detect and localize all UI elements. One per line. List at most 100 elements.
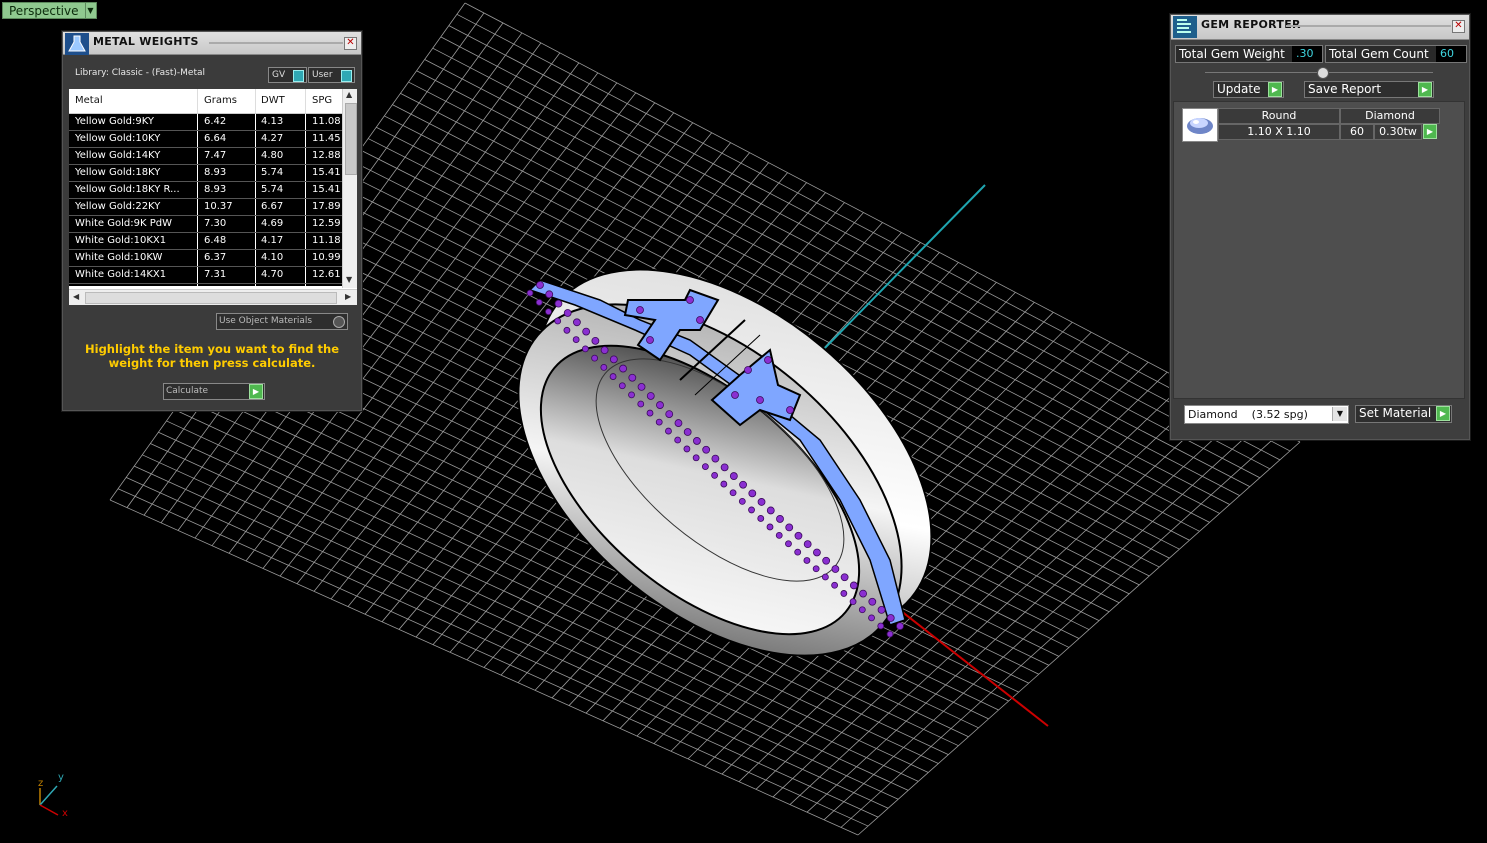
total-gem-count-label: Total Gem Count — [1329, 47, 1429, 61]
spg-value: 12.61 — [312, 269, 341, 280]
table-row[interactable]: Yellow Gold:18KY R... 8.93 5.74 15.41 — [69, 182, 343, 199]
use-object-materials-toggle[interactable]: Use Object Materials — [216, 313, 348, 330]
grams-value: 7.31 — [204, 269, 227, 280]
total-gem-count: Total Gem Count 60 — [1325, 45, 1467, 63]
scroll-down-icon[interactable]: ▼ — [346, 275, 352, 284]
report-icon — [1173, 16, 1197, 38]
scroll-thumb[interactable] — [345, 103, 357, 175]
viewport-label[interactable]: Perspective — [2, 2, 86, 19]
radio-icon[interactable] — [333, 316, 345, 328]
hscroll-thumb[interactable] — [85, 292, 337, 304]
table-rows: Yellow Gold:9KY 6.42 4.13 11.08 Yellow Gold:… — [69, 114, 343, 286]
dwt-value: 4.13 — [261, 116, 284, 127]
scroll-up-icon[interactable]: ▲ — [346, 90, 352, 99]
metal-name: White Gold:14KX1 — [75, 269, 167, 280]
update-label: Update — [1217, 82, 1261, 96]
metal-name: White Gold:10KW — [75, 252, 163, 263]
play-icon[interactable]: ▶ — [249, 384, 263, 399]
gv-toggle[interactable]: GV — [268, 67, 307, 83]
gem-thumbnail[interactable] — [1182, 108, 1218, 142]
play-icon[interactable]: ▶ — [1418, 82, 1432, 97]
slider-knob[interactable] — [1317, 67, 1329, 79]
grams-value: 7.30 — [204, 218, 227, 229]
table-row[interactable]: Yellow Gold:10KY 6.64 4.27 11.45 — [69, 131, 343, 148]
use-object-materials-label: Use Object Materials — [219, 316, 313, 326]
dwt-value: 5.74 — [261, 184, 284, 195]
metal-name: Yellow Gold:14KY — [75, 150, 161, 161]
total-gem-weight-value[interactable]: .30 — [1292, 46, 1322, 62]
vertical-scrollbar[interactable]: ▲ ▼ — [342, 89, 357, 288]
gem-list: Round Diamond 1.10 X 1.10 60 0.30tw ▶ — [1173, 101, 1465, 399]
table-row[interactable]: Yellow Gold:14KY 7.47 4.80 12.88 — [69, 148, 343, 165]
axis-y-label: y — [58, 772, 64, 783]
col-dwt[interactable]: DWT — [261, 95, 285, 106]
scroll-left-icon[interactable]: ◀ — [73, 292, 79, 301]
metal-name: Yellow Gold:18KY — [75, 167, 161, 178]
col-metal[interactable]: Metal — [75, 95, 103, 106]
table-row[interactable]: White Gold:14KX1 7.31 4.70 12.61 — [69, 267, 343, 284]
set-material-label: Set Material — [1359, 406, 1432, 420]
grams-value: 6.48 — [204, 235, 227, 246]
spg-value: 17.89 — [312, 201, 341, 212]
play-icon[interactable]: ▶ — [1268, 82, 1282, 97]
user-toggle[interactable]: User — [308, 67, 355, 83]
table-header: Metal Grams DWT SPG — [69, 89, 343, 114]
gv-toggle-label: GV — [272, 70, 286, 80]
grams-value: 7.47 — [204, 150, 227, 161]
spg-value: 15.41 — [312, 184, 341, 195]
calculate-label: Calculate — [166, 386, 209, 396]
metal-name: White Gold:9K PdW — [75, 218, 172, 229]
panel-divider-slider[interactable] — [1205, 67, 1433, 79]
table-row[interactable]: White Gold:14K PdW8.335.3614.37 — [69, 284, 343, 286]
titlebar-grip — [1286, 25, 1451, 27]
grams-value: 6.42 — [204, 116, 227, 127]
axis-x-label: x — [62, 808, 68, 819]
grams-value: 6.64 — [204, 133, 227, 144]
dwt-value: 4.70 — [261, 269, 284, 280]
dwt-value: 4.27 — [261, 133, 284, 144]
metal-name: Yellow Gold:22KY — [75, 201, 161, 212]
close-icon[interactable]: ✕ — [344, 37, 357, 50]
table-row[interactable]: White Gold:10KW 6.37 4.10 10.99 — [69, 250, 343, 267]
scroll-right-icon[interactable]: ▶ — [345, 292, 351, 301]
chevron-down-icon[interactable]: ▼ — [1332, 407, 1347, 421]
dwt-value: 4.10 — [261, 252, 284, 263]
instruction-text: Highlight the item you want to find the … — [85, 342, 339, 370]
dwt-value: 4.69 — [261, 218, 284, 229]
total-gem-count-value[interactable]: 60 — [1436, 46, 1466, 62]
close-icon[interactable]: ✕ — [1452, 20, 1465, 33]
table-row[interactable]: Yellow Gold:22KY 10.37 6.67 17.89 — [69, 199, 343, 216]
metal-name: White Gold:10KX1 — [75, 235, 167, 246]
update-button[interactable]: Update ▶ — [1213, 81, 1284, 98]
spg-value: 12.88 — [312, 150, 341, 161]
horizontal-scrollbar[interactable]: ◀ ▶ — [69, 289, 357, 305]
spg-value: 10.99 — [312, 252, 341, 263]
grams-value: 6.37 — [204, 252, 227, 263]
play-icon[interactable]: ▶ — [1436, 406, 1450, 421]
grams-value: 10.37 — [204, 201, 233, 212]
table-row[interactable]: White Gold:10KX1 6.48 4.17 11.18 — [69, 233, 343, 250]
col-spg[interactable]: SPG — [312, 95, 332, 106]
library-label: Library: Classic - (Fast)-Metal — [75, 68, 206, 78]
spg-value: 11.18 — [312, 235, 341, 246]
table-row[interactable]: Yellow Gold:9KY 6.42 4.13 11.08 — [69, 114, 343, 131]
material-select-value: Diamond (3.52 spg) — [1188, 408, 1308, 421]
table-row[interactable]: Yellow Gold:18KY 8.93 5.74 15.41 — [69, 165, 343, 182]
metal-table[interactable]: Metal Grams DWT SPG Yellow Gold:9KY 6.42 4… — [69, 89, 357, 305]
set-material-button[interactable]: Set Material ▶ — [1355, 405, 1452, 423]
axis-z-label: z — [38, 778, 44, 789]
table-row[interactable]: White Gold:9K PdW 7.30 4.69 12.59 — [69, 216, 343, 233]
gem-reporter-panel: GEM REPORTER ✕ Total Gem Weight .30 Tota… — [1170, 14, 1470, 440]
gem-reporter-titlebar[interactable]: GEM REPORTER ✕ — [1171, 15, 1469, 40]
metal-name: Yellow Gold:18KY R... — [75, 184, 180, 195]
col-grams[interactable]: Grams — [204, 95, 237, 106]
metal-weights-titlebar[interactable]: METAL WEIGHTS ✕ — [63, 32, 361, 55]
chevron-down-icon[interactable]: ▼ — [85, 2, 97, 19]
save-report-button[interactable]: Save Report ▶ — [1304, 81, 1434, 98]
select-gem-play-icon[interactable]: ▶ — [1423, 124, 1437, 139]
material-select[interactable]: Diamond (3.52 spg) ▼ — [1184, 405, 1349, 424]
viewport-tab[interactable]: Perspective ▼ — [2, 2, 97, 19]
metal-weights-panel: METAL WEIGHTS ✕ Library: Classic - (Fast… — [62, 31, 362, 411]
calculate-button[interactable]: Calculate ▶ — [163, 383, 265, 400]
gem-material: Diamond — [1340, 108, 1440, 124]
